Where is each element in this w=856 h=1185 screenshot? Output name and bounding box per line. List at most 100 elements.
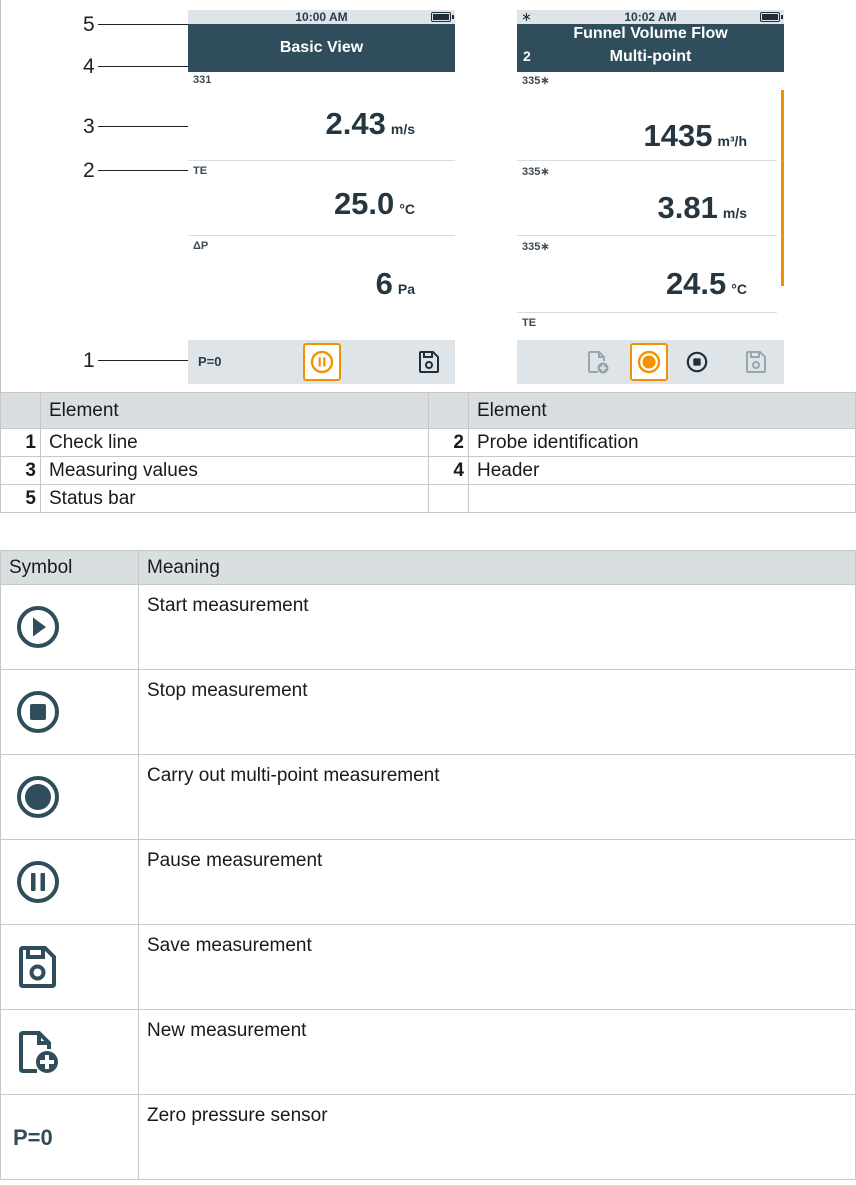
check-line: P=0 bbox=[188, 340, 455, 384]
save-icon[interactable] bbox=[418, 350, 440, 374]
screen-header: Funnel Volume Flow 2 Multi-point bbox=[517, 24, 784, 72]
multipoint-button[interactable] bbox=[630, 343, 668, 381]
header-title: Basic View bbox=[279, 39, 364, 56]
symbol-meaning: Stop measurement bbox=[138, 669, 856, 755]
table-row: Pause measurement bbox=[0, 839, 856, 925]
table-header: Meaning bbox=[138, 550, 856, 585]
symbol-cell bbox=[0, 754, 139, 840]
symbol-cell bbox=[0, 584, 139, 670]
status-time: 10:00 AM bbox=[295, 10, 348, 24]
pause-button[interactable] bbox=[303, 343, 341, 381]
table-header-row: Symbol Meaning bbox=[0, 550, 856, 585]
table-row: Start measurement bbox=[0, 584, 856, 670]
scrollbar[interactable] bbox=[781, 90, 784, 286]
callout-5: 5 bbox=[83, 13, 95, 36]
value-unit: m³/h bbox=[717, 133, 747, 149]
table-row: Save measurement bbox=[0, 924, 856, 1010]
table-header: Element bbox=[468, 392, 856, 429]
value-number: 6 bbox=[375, 266, 393, 301]
pause-icon bbox=[17, 861, 59, 903]
zero-pressure-button[interactable]: P=0 bbox=[198, 354, 222, 369]
divider bbox=[517, 312, 777, 313]
element-number bbox=[428, 484, 469, 513]
table-header-row: Element Element bbox=[0, 392, 856, 429]
table-header: Symbol bbox=[0, 550, 139, 585]
divider bbox=[517, 235, 777, 236]
basic-view-screen: 10:00 AM Basic View 331 2.43 m/s TE 25.0 °… bbox=[188, 10, 455, 384]
multipoint-icon bbox=[637, 350, 661, 374]
symbol-meaning: Pause measurement bbox=[138, 839, 856, 925]
save-icon[interactable] bbox=[745, 350, 767, 374]
symbol-cell bbox=[0, 924, 139, 1010]
table-cell bbox=[0, 392, 41, 429]
callout-4: 4 bbox=[83, 55, 95, 78]
probe-label: TE bbox=[522, 317, 537, 329]
zero-pressure-symbol: P=0 bbox=[13, 1125, 53, 1150]
callout-line-2 bbox=[98, 170, 188, 171]
element-number: 4 bbox=[428, 456, 469, 485]
measuring-value: 24.5 °C bbox=[666, 266, 747, 302]
callout-line-3 bbox=[98, 126, 188, 127]
table-header: Element bbox=[40, 392, 429, 429]
device-screens-figure: 5 4 3 2 1 10:00 AM Basic View 331 2.43 m/… bbox=[0, 0, 856, 392]
element-number: 1 bbox=[0, 428, 41, 457]
measuring-value: 25.0 °C bbox=[334, 186, 415, 222]
table-row: New measurement bbox=[0, 1009, 856, 1095]
callout-line-1 bbox=[98, 360, 188, 361]
value-unit: °C bbox=[399, 201, 415, 217]
divider bbox=[188, 160, 455, 161]
symbol-cell bbox=[0, 1009, 139, 1095]
battery-icon bbox=[431, 12, 454, 22]
stop-icon[interactable] bbox=[686, 351, 708, 373]
symbol-meaning: Carry out multi-point measurement bbox=[138, 754, 856, 840]
measuring-value: 3.81 m/s bbox=[658, 190, 747, 226]
element-number: 2 bbox=[428, 428, 469, 457]
header-subtitle: Multi-point bbox=[609, 48, 692, 65]
divider bbox=[517, 160, 777, 161]
check-line bbox=[517, 340, 784, 384]
probe-label: 335∗ bbox=[522, 241, 550, 253]
probe-label: 335∗ bbox=[522, 166, 550, 178]
elements-table: Element Element 1 Check line 2 Probe ide… bbox=[0, 392, 856, 513]
callout-3: 3 bbox=[83, 115, 95, 138]
battery-icon bbox=[760, 12, 783, 22]
symbol-cell: P=0 bbox=[0, 1094, 139, 1180]
status-time: 10:02 AM bbox=[624, 10, 677, 24]
measuring-value: 2.43 m/s bbox=[326, 106, 415, 142]
probe-label: ΔP bbox=[193, 240, 209, 252]
element-number: 3 bbox=[0, 456, 41, 485]
table-row: 3 Measuring values 4 Header bbox=[0, 456, 856, 485]
probe-label: 331 bbox=[193, 74, 212, 86]
measuring-value: 6 Pa bbox=[376, 266, 415, 302]
element-number: 5 bbox=[0, 484, 41, 513]
screen-header: Basic View bbox=[188, 24, 455, 72]
value-unit: °C bbox=[731, 281, 747, 297]
new-measurement-icon[interactable] bbox=[587, 350, 609, 375]
table-row: Stop measurement bbox=[0, 669, 856, 755]
status-bar: ∗ 10:02 AM bbox=[517, 10, 784, 24]
play-icon bbox=[17, 606, 59, 648]
table-row: Carry out multi-point measurement bbox=[0, 754, 856, 840]
symbol-meaning: Save measurement bbox=[138, 924, 856, 1010]
table-row: P=0 Zero pressure sensor bbox=[0, 1094, 856, 1180]
value-unit: Pa bbox=[397, 281, 415, 297]
value-unit: m/s bbox=[722, 205, 747, 221]
pause-icon bbox=[310, 350, 334, 374]
element-name bbox=[468, 484, 856, 513]
new-measurement-icon bbox=[19, 1031, 58, 1073]
funnel-volume-flow-screen: ∗ 10:02 AM Funnel Volume Flow 2 Multi-po… bbox=[517, 10, 784, 384]
callout-2: 2 bbox=[83, 159, 95, 182]
value-number: 25.0 bbox=[333, 186, 395, 221]
value-unit: m/s bbox=[390, 121, 415, 137]
symbol-meaning: Zero pressure sensor bbox=[138, 1094, 856, 1180]
value-number: 3.81 bbox=[657, 190, 718, 225]
table-row: 1 Check line 2 Probe identification bbox=[0, 428, 856, 457]
symbol-cell bbox=[0, 839, 139, 925]
element-name: Header bbox=[468, 456, 856, 485]
table-cell bbox=[428, 392, 469, 429]
symbols-table: Symbol Meaning Start measurement Stop me… bbox=[0, 550, 856, 1180]
element-name: Status bar bbox=[40, 484, 429, 513]
element-name: Probe identification bbox=[468, 428, 856, 457]
status-bar: 10:00 AM bbox=[188, 10, 455, 24]
table-row: 5 Status bar bbox=[0, 484, 856, 513]
